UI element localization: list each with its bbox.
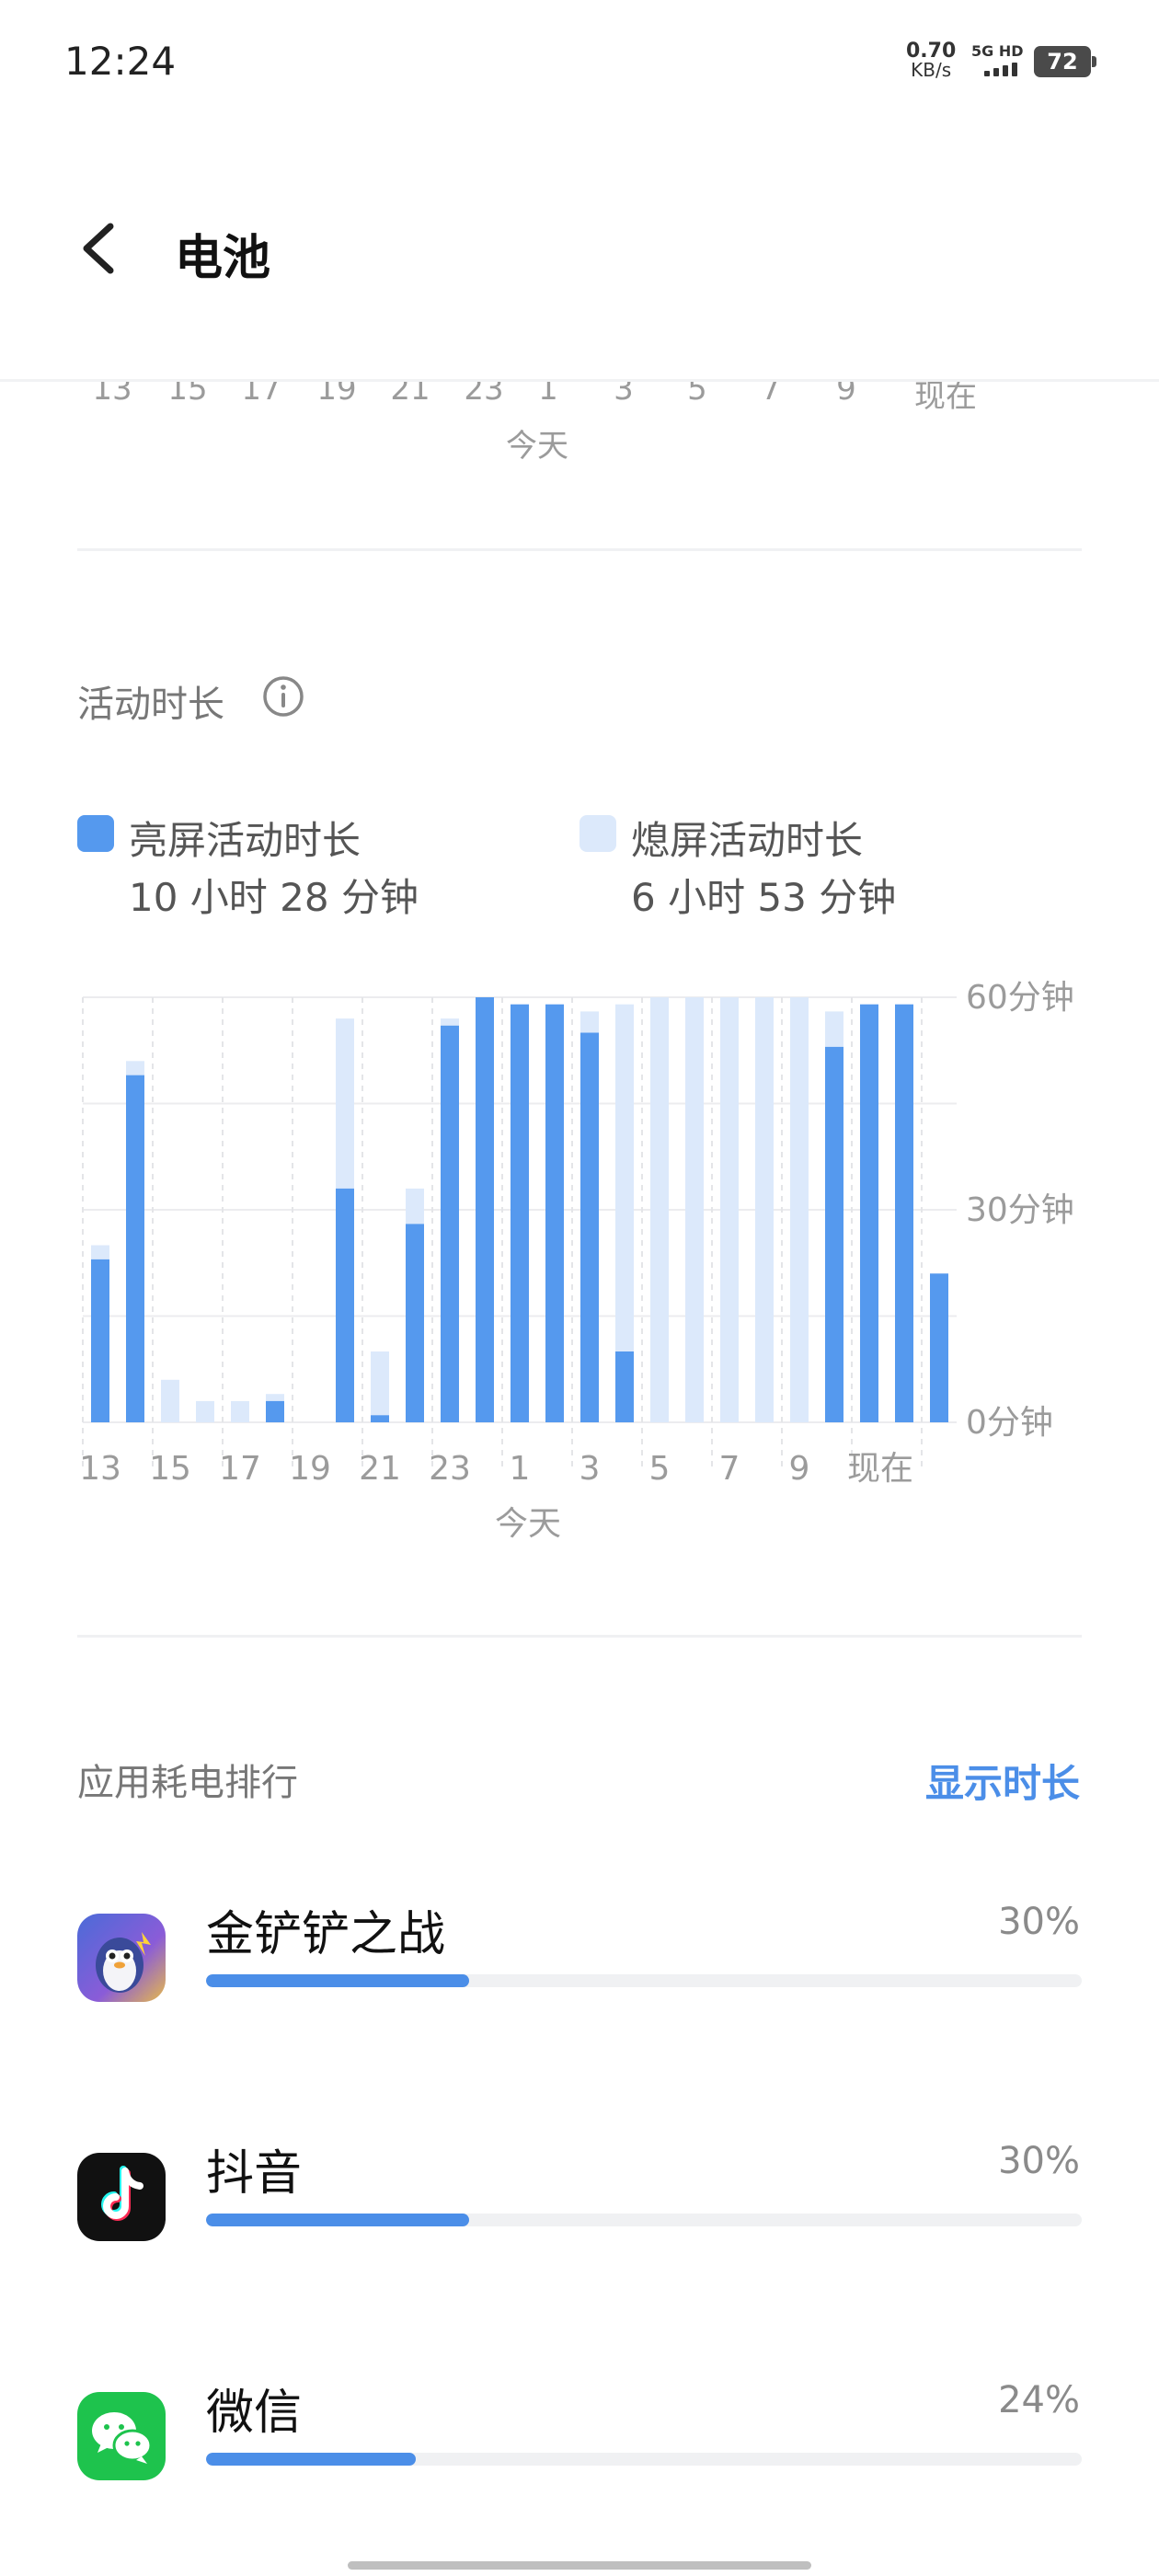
app-row[interactable]: 金铲铲之战 30% xyxy=(0,1895,1159,2042)
page-header: 电池 xyxy=(0,120,1159,382)
app-usage-fill xyxy=(206,1974,469,1987)
battery-icon: 72 xyxy=(1034,46,1096,77)
legend-name: 亮屏活动时长 xyxy=(129,818,361,863)
x-tick-label: 23 xyxy=(429,1450,471,1488)
bar-screen-on xyxy=(511,1004,529,1422)
bar-screen-off xyxy=(650,997,669,1422)
bar-screen-off xyxy=(685,997,704,1422)
legend-name: 熄屏活动时长 xyxy=(631,818,864,863)
app-name: 微信 xyxy=(206,2386,303,2441)
x-tick-label: 9 xyxy=(789,1450,810,1488)
x-sublabel: 今天 xyxy=(495,1505,561,1543)
back-arrow-icon[interactable] xyxy=(77,221,123,276)
signal-bars xyxy=(984,63,1017,76)
bar-screen-off xyxy=(755,997,774,1422)
app-usage-bar xyxy=(206,2453,1082,2466)
x-tick-label: 13 xyxy=(79,1450,121,1488)
network-speed-value: 0.70 xyxy=(906,40,957,63)
signal-icon: 5G HD xyxy=(971,42,1027,79)
info-icon[interactable] xyxy=(261,674,305,719)
home-indicator[interactable] xyxy=(348,2561,811,2570)
y-tick-label: 0分钟 xyxy=(966,1404,1053,1442)
bar-screen-on xyxy=(371,1415,389,1422)
x-tick-label: 5 xyxy=(649,1450,671,1488)
app-percent: 24% xyxy=(998,2379,1080,2421)
app-row[interactable]: 微信 24% xyxy=(0,2374,1159,2521)
app-row[interactable]: 抖音 30% xyxy=(0,2134,1159,2282)
douyin-app-icon xyxy=(77,2153,166,2241)
bar-screen-on xyxy=(336,1188,354,1422)
activity-title: 活动时长 xyxy=(77,684,224,726)
legend-value: 10 小时 28 分钟 xyxy=(129,875,419,920)
activity-chart-svg: 60分钟30分钟0分钟13 15 17 19 21 23 1 3 5 7 9 现在今天 xyxy=(79,979,1074,1543)
x-tick-label: 19 xyxy=(289,1450,331,1488)
legend-value: 6 小时 53 分钟 xyxy=(631,875,897,920)
x-tick-label: 15 xyxy=(149,1450,191,1488)
axis-sublabel: 今天 xyxy=(506,428,568,465)
x-tick-label: 21 xyxy=(359,1450,401,1488)
app-percent: 30% xyxy=(998,1901,1080,1943)
status-bar: 12:24 0.70 KB/s 5G HD 72 xyxy=(0,0,1159,120)
x-tick-label: 现在 xyxy=(847,1450,913,1488)
ranking-title: 应用耗电排行 xyxy=(77,1762,298,1804)
bar-screen-off xyxy=(790,997,809,1422)
game-app-icon xyxy=(77,1914,166,2002)
wechat-app-icon xyxy=(77,2392,166,2480)
network-speed-unit: KB/s xyxy=(911,59,952,81)
app-usage-fill xyxy=(206,2453,417,2466)
divider xyxy=(77,548,1082,551)
bar-screen-off xyxy=(371,1351,389,1422)
bar-screen-on xyxy=(825,1046,843,1422)
bar-screen-on xyxy=(91,1259,109,1422)
status-time: 12:24 xyxy=(64,39,177,84)
bar-screen-on xyxy=(266,1400,284,1422)
bar-screen-on xyxy=(476,997,494,1422)
app-percent: 30% xyxy=(998,2140,1080,2182)
x-tick-label: 3 xyxy=(580,1450,601,1488)
bar-screen-on xyxy=(545,1004,564,1422)
app-name: 抖音 xyxy=(206,2146,303,2202)
legend-swatch xyxy=(580,815,616,852)
x-tick-label: 7 xyxy=(719,1450,740,1488)
battery-level: 72 xyxy=(1047,49,1078,75)
bar-screen-off xyxy=(161,1379,179,1422)
x-tick-label: 17 xyxy=(219,1450,261,1488)
divider xyxy=(77,1635,1082,1638)
app-usage-bar xyxy=(206,2214,1082,2226)
y-tick-label: 30分钟 xyxy=(966,1191,1074,1229)
bar-screen-off xyxy=(720,997,739,1422)
bar-screen-on xyxy=(930,1273,948,1422)
x-tick-label: 1 xyxy=(510,1450,531,1488)
signal-label: 5G HD xyxy=(971,42,1024,60)
bar-screen-on xyxy=(860,1004,878,1422)
show-duration-button[interactable]: 显示时长 xyxy=(925,1753,1080,1809)
bar-screen-on xyxy=(406,1224,424,1422)
legend-swatch xyxy=(77,815,114,852)
app-usage-fill xyxy=(206,2214,469,2226)
bar-screen-off xyxy=(231,1400,249,1422)
bar-screen-on xyxy=(441,1025,459,1422)
bar-screen-on xyxy=(126,1075,144,1422)
network-speed: 0.70 KB/s xyxy=(906,40,957,81)
app-name: 金铲铲之战 xyxy=(206,1907,446,1962)
page-title: 电池 xyxy=(175,231,271,286)
app-usage-bar xyxy=(206,1974,1082,1987)
bar-screen-on xyxy=(580,1032,599,1422)
bar-screen-off xyxy=(196,1400,214,1422)
bar-screen-on xyxy=(895,1004,913,1422)
activity-chart: 60分钟 30分钟 0分钟 13 15 17 19 21 23 1 3 5 7 9 现在 今天 xyxy=(0,966,1159,1564)
bar-screen-on xyxy=(615,1351,634,1422)
y-tick-label: 60分钟 xyxy=(966,979,1074,1017)
